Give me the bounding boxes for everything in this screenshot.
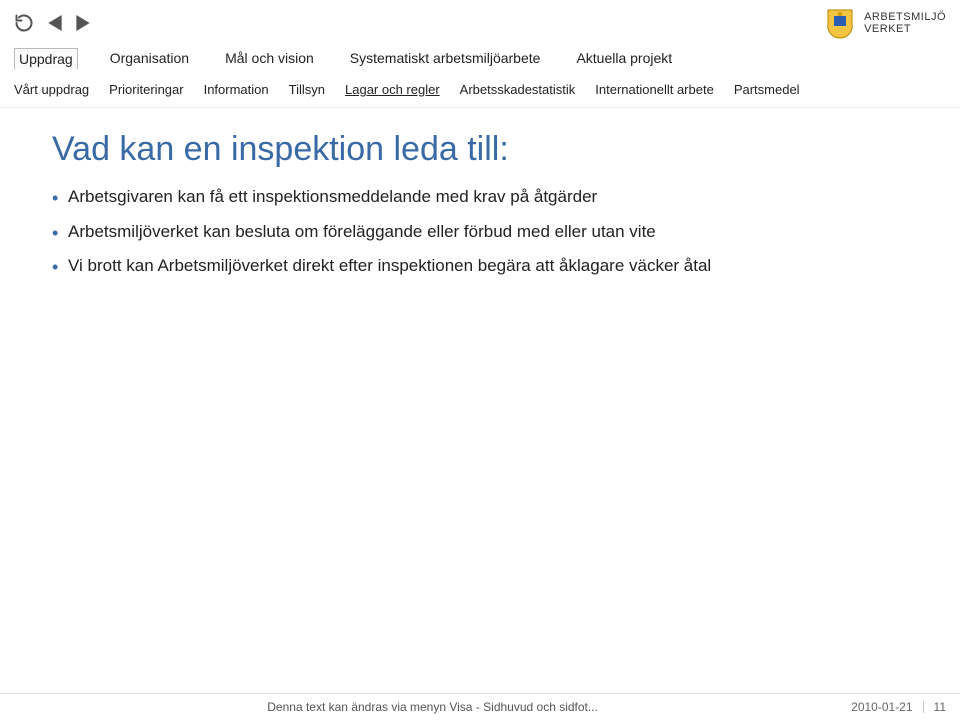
secondary-tab-3[interactable]: Tillsyn — [289, 82, 325, 97]
secondary-tab-4[interactable]: Lagar och regler — [345, 82, 440, 97]
primary-tab-2[interactable]: Mål och vision — [221, 48, 318, 70]
footer-page: 11 — [934, 700, 946, 714]
content-area: Vad kan en inspektion leda till: Arbetsg… — [0, 108, 960, 693]
primary-tab-3[interactable]: Systematiskt arbetsmiljöarbete — [346, 48, 545, 70]
footer-divider — [923, 701, 924, 713]
next-icon[interactable] — [76, 15, 90, 31]
page-title: Vad kan en inspektion leda till: — [52, 130, 942, 169]
secondary-tabs: Vårt uppdrag Prioriteringar Information Til… — [0, 78, 960, 108]
secondary-tab-7[interactable]: Partsmedel — [734, 82, 800, 97]
logo: ARBETSMILJÖ VERKET — [826, 6, 946, 40]
bullet-item: Arbetsmiljöverket kan besluta om föreläg… — [52, 220, 872, 245]
crest-icon — [826, 6, 854, 40]
logo-line2: VERKET — [864, 23, 946, 35]
footer: Denna text kan ändras via menyn Visa - S… — [0, 693, 960, 720]
primary-tab-4[interactable]: Aktuella projekt — [572, 48, 676, 70]
bullet-list: Arbetsgivaren kan få ett inspektionsmedd… — [52, 185, 872, 279]
logo-line1: ARBETSMILJÖ — [864, 11, 946, 23]
secondary-tab-1[interactable]: Prioriteringar — [109, 82, 183, 97]
bullet-text: Vi brott kan Arbetsmiljöverket direkt ef… — [68, 254, 872, 279]
bullet-item: Arbetsgivaren kan få ett inspektionsmedd… — [52, 185, 872, 210]
secondary-tab-6[interactable]: Internationellt arbete — [595, 82, 714, 97]
bullet-text: Arbetsmiljöverket kan besluta om föreläg… — [68, 220, 872, 245]
secondary-tab-5[interactable]: Arbetsskadestatistik — [460, 82, 576, 97]
primary-tabs: Uppdrag Organisation Mål och vision Systema… — [0, 48, 960, 78]
bullet-item: Vi brott kan Arbetsmiljöverket direkt ef… — [52, 254, 872, 279]
prev-icon[interactable] — [48, 15, 62, 31]
footer-note: Denna text kan ändras via menyn Visa - S… — [14, 700, 851, 714]
nav-icons — [14, 13, 90, 33]
primary-tab-0[interactable]: Uppdrag — [14, 48, 78, 70]
footer-date: 2010-01-21 — [851, 700, 912, 714]
footer-meta: 2010-01-21 11 — [851, 700, 946, 714]
refresh-icon[interactable] — [14, 13, 34, 33]
toolbar: ARBETSMILJÖ VERKET — [0, 0, 960, 48]
secondary-tab-2[interactable]: Information — [204, 82, 269, 97]
primary-tab-1[interactable]: Organisation — [106, 48, 193, 70]
secondary-tab-0[interactable]: Vårt uppdrag — [14, 82, 89, 97]
logo-text: ARBETSMILJÖ VERKET — [864, 11, 946, 35]
bullet-text: Arbetsgivaren kan få ett inspektionsmedd… — [68, 185, 872, 210]
